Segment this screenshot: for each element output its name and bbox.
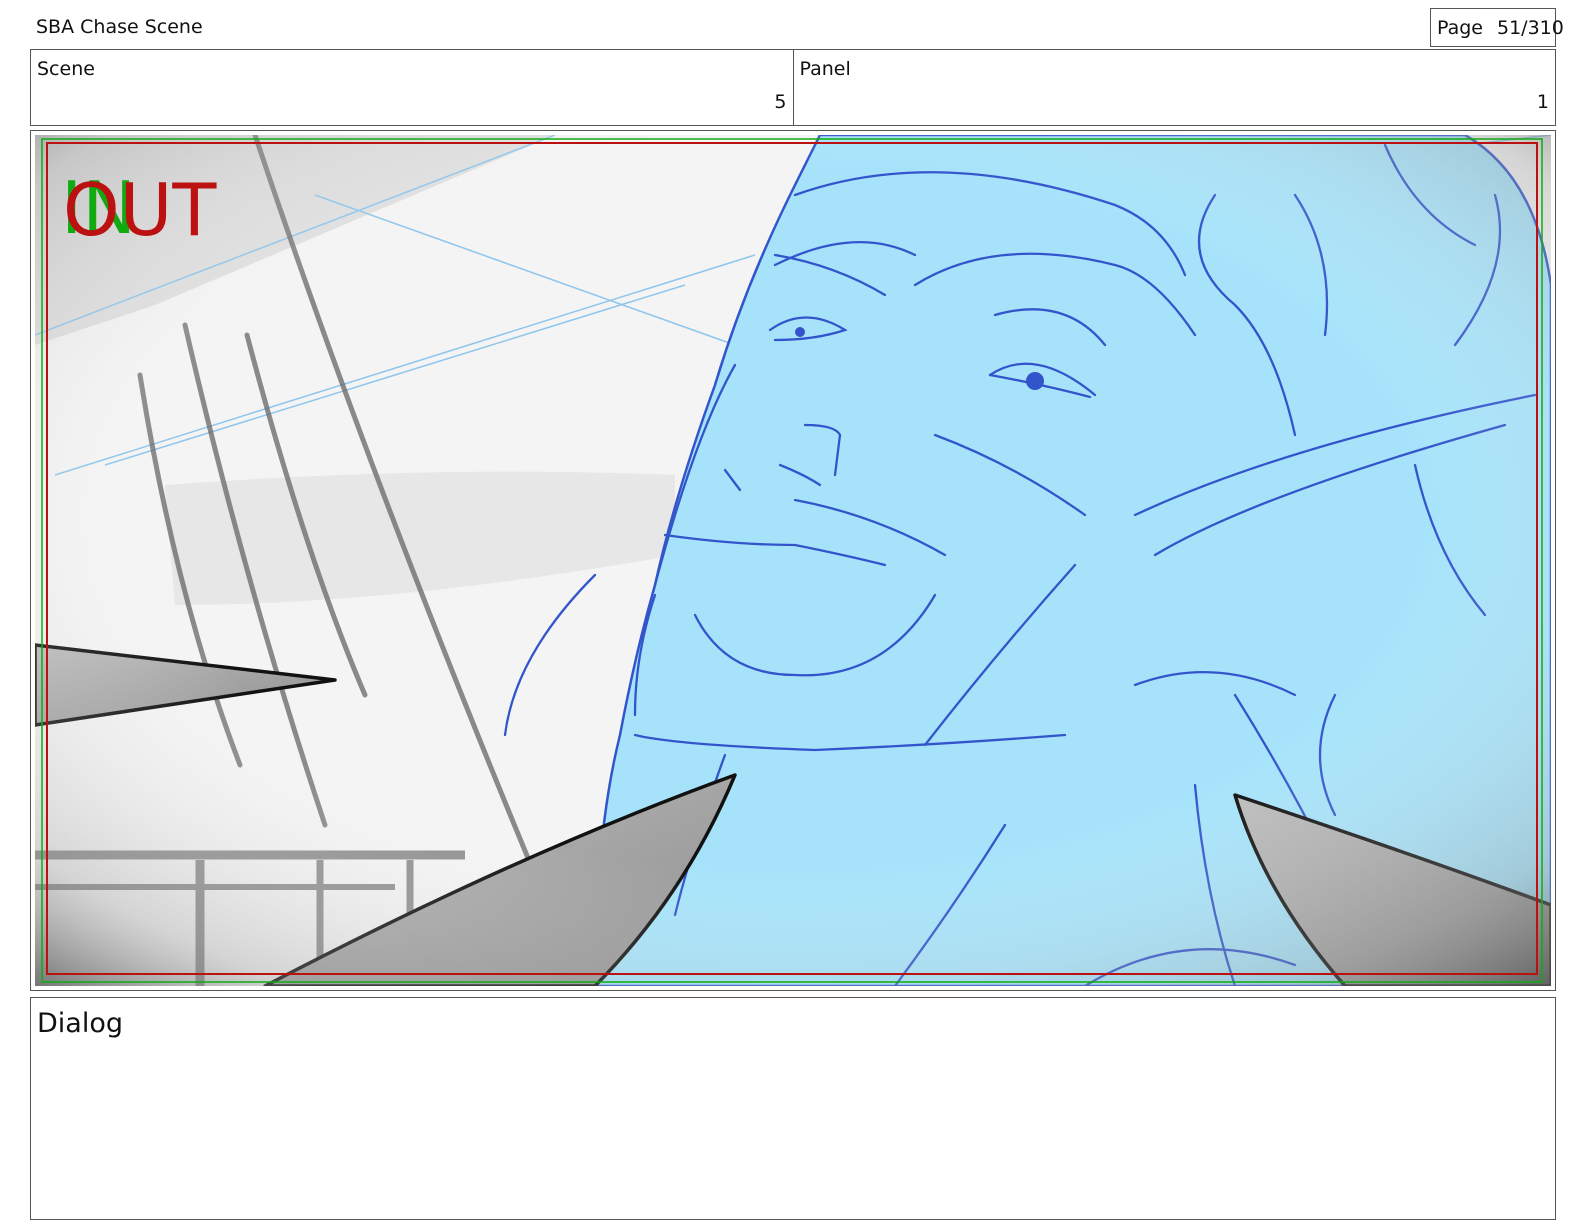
out-marker: OUT (63, 168, 217, 252)
storyboard-drawing: IN OUT (35, 135, 1551, 986)
page-label: Page (1437, 16, 1483, 39)
page-number: 51/310 (1497, 16, 1564, 39)
scene-number: 5 (774, 91, 787, 113)
panel-label: Panel (799, 58, 851, 80)
panel-number: 1 (1536, 91, 1549, 113)
vignette (35, 135, 1551, 986)
panel-cell: Panel 1 (792, 50, 1556, 125)
scene-label: Scene (37, 58, 95, 80)
scene-cell: Scene 5 (31, 50, 793, 125)
scene-panel-header: Scene 5 Panel 1 (30, 49, 1556, 126)
document-title: SBA Chase Scene (36, 16, 203, 38)
storyboard-panel: IN OUT (30, 130, 1556, 991)
page-indicator: Page 51/310 (1430, 8, 1564, 47)
dialog-label: Dialog (37, 1008, 123, 1039)
dialog-box[interactable]: Dialog (30, 997, 1556, 1220)
